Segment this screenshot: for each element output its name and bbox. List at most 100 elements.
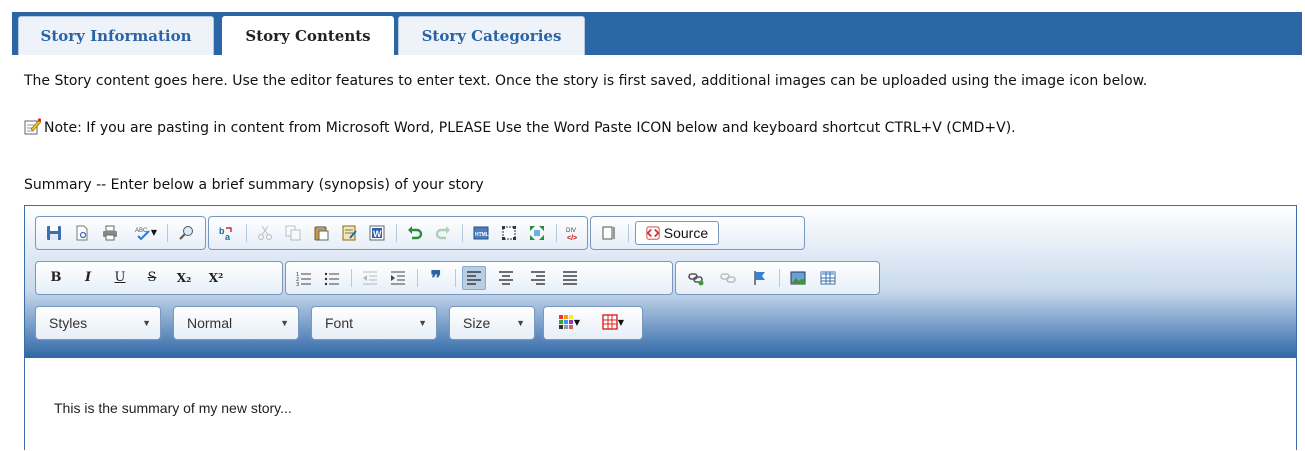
tab-story-information[interactable]: Story Information (18, 16, 214, 55)
tab-story-categories[interactable]: Story Categories (398, 16, 585, 55)
chevron-down-icon: ▼ (142, 318, 151, 328)
paste-icon (314, 226, 329, 241)
note-text: Note: If you are pasting in content from… (44, 120, 1016, 136)
svg-text:W: W (373, 229, 382, 239)
undo-button[interactable] (403, 221, 427, 245)
edit-note-icon (24, 118, 41, 135)
styles-dropdown[interactable]: Styles ▼ (35, 306, 161, 340)
note-line: Note: If you are pasting in content from… (24, 117, 1016, 139)
decrease-indent-button[interactable] (358, 266, 382, 290)
justify-icon (563, 271, 577, 285)
quote-icon: ❞ (430, 266, 442, 290)
cut-button[interactable] (253, 221, 277, 245)
bulleted-list-button[interactable] (320, 266, 344, 290)
increase-indent-button[interactable] (386, 266, 410, 290)
undo-icon (408, 226, 423, 240)
preview-button[interactable] (70, 221, 94, 245)
anchor-button[interactable] (748, 266, 772, 290)
find-icon (179, 226, 193, 240)
save-button[interactable] (42, 221, 66, 245)
align-center-icon (499, 271, 513, 285)
svg-text:HTML: HTML (475, 232, 489, 238)
bold-button[interactable]: B (44, 266, 68, 290)
paste-text-icon (342, 225, 357, 241)
blockquote-button[interactable]: ❞ (424, 266, 448, 290)
tab-story-contents[interactable]: Story Contents (222, 16, 394, 56)
paste-word-icon: W (369, 225, 385, 241)
summary-label: Summary -- Enter below a brief summary (… (24, 177, 484, 193)
save-icon (47, 226, 61, 240)
insert-html-button[interactable]: HTML (469, 221, 493, 245)
rich-text-editor: ABC ▼ ba W HTML DIV </> Source B I U S X… (24, 205, 1297, 451)
insert-image-button[interactable] (786, 266, 810, 290)
copy-icon (285, 225, 301, 241)
html-icon: HTML (473, 226, 489, 240)
intro-text: The Story content goes here. Use the edi… (24, 73, 1148, 89)
toolbar-group-clipboard: ba W HTML DIV </> (208, 216, 588, 250)
preview-icon (76, 225, 88, 241)
justify-button[interactable] (558, 266, 582, 290)
image-icon (790, 271, 806, 285)
text-color-button[interactable]: ▼ (550, 311, 588, 335)
grid-icon (602, 314, 618, 330)
toolbar-group-insert (675, 261, 880, 295)
outdent-icon (363, 271, 377, 285)
bulleted-list-icon (324, 272, 339, 286)
chevron-down-icon: ▼ (280, 318, 289, 328)
table-grid-button[interactable]: ▼ (594, 311, 632, 335)
toolbar-group-colors: ▼ ▼ (543, 306, 643, 340)
toolbar-group-source: Source (590, 216, 805, 250)
align-center-button[interactable] (494, 266, 518, 290)
toolbar-group-document: ABC ▼ (35, 216, 206, 250)
maximize-button[interactable] (525, 221, 549, 245)
cut-icon (258, 225, 272, 240)
color-palette-icon (558, 315, 573, 329)
chevron-down-icon: ▼ (516, 318, 525, 328)
create-div-button[interactable]: DIV </> (561, 221, 585, 245)
select-all-icon (502, 226, 516, 240)
numbered-list-icon: 123 (296, 272, 311, 286)
find-button[interactable] (174, 221, 198, 245)
tab-bar: Story Information Story Contents Story C… (12, 12, 1302, 56)
svg-text:a: a (225, 232, 231, 241)
svg-text:DIV: DIV (566, 228, 576, 234)
svg-text:</>: </> (567, 235, 577, 241)
editor-content-area[interactable]: This is the summary of my new story... (25, 358, 1296, 451)
unlink-button[interactable] (716, 266, 740, 290)
select-all-button[interactable] (497, 221, 521, 245)
size-dropdown[interactable]: Size ▼ (449, 306, 535, 340)
copy-button[interactable] (281, 221, 305, 245)
subscript-button[interactable]: X₂ (172, 266, 196, 290)
font-dropdown[interactable]: Font ▼ (311, 306, 437, 340)
redo-button[interactable] (431, 221, 455, 245)
superscript-button[interactable]: X² (204, 266, 228, 290)
format-dropdown[interactable]: Normal ▼ (173, 306, 299, 340)
align-left-icon (467, 271, 481, 285)
print-icon (103, 225, 117, 241)
spellcheck-button[interactable]: ABC ▼ (126, 221, 162, 245)
underline-button[interactable]: U (108, 266, 132, 290)
link-icon (688, 273, 704, 286)
align-right-button[interactable] (526, 266, 550, 290)
toolbar-group-basic-styles: B I U S X₂ X² (35, 261, 283, 295)
source-button[interactable]: Source (635, 221, 719, 245)
align-right-icon (531, 271, 545, 285)
toolbar-group-paragraph: 123 ❞ (285, 261, 673, 295)
paste-from-word-button[interactable]: W (365, 221, 389, 245)
align-left-button[interactable] (462, 266, 486, 290)
editor-content-text[interactable]: This is the summary of my new story... (54, 400, 292, 416)
print-button[interactable] (98, 221, 122, 245)
insert-table-button[interactable] (816, 266, 840, 290)
link-button[interactable] (684, 266, 708, 290)
show-blocks-button[interactable] (597, 221, 621, 245)
show-blocks-icon (602, 226, 615, 240)
numbered-list-button[interactable]: 123 (292, 266, 316, 290)
paste-button[interactable] (309, 221, 333, 245)
source-icon (646, 226, 660, 240)
indent-icon (391, 271, 405, 285)
italic-button[interactable]: I (76, 266, 100, 290)
strikethrough-button[interactable]: S (140, 266, 164, 290)
paste-text-button[interactable] (337, 221, 361, 245)
unlink-icon (720, 273, 736, 283)
replace-button[interactable]: ba (215, 221, 239, 245)
